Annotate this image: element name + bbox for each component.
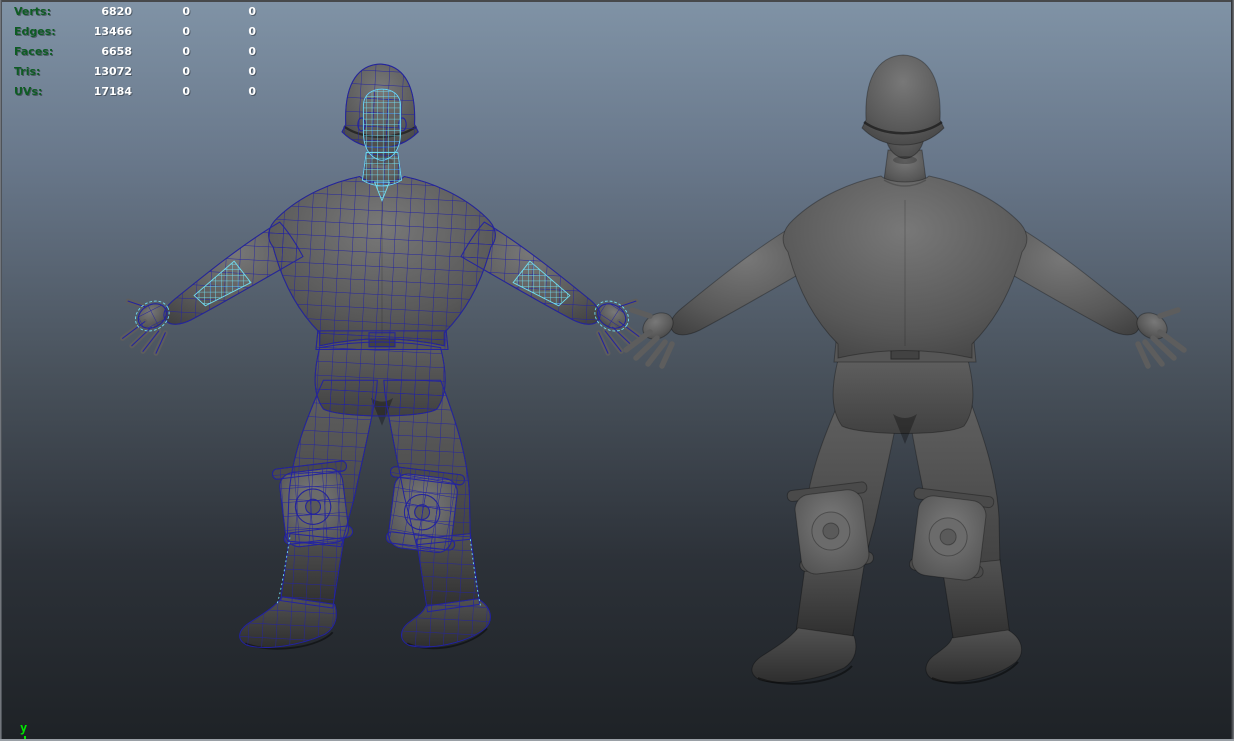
hud-row-edges: Edges: 13466 0 0 bbox=[14, 21, 256, 41]
viewport-border-left bbox=[0, 0, 2, 741]
hud-uvs-col2: 0 bbox=[132, 85, 190, 98]
hud-edges-col3: 0 bbox=[190, 25, 256, 38]
axis-y-label: y bbox=[20, 721, 27, 735]
hud-label-faces: Faces: bbox=[14, 45, 72, 58]
viewport-border-top bbox=[0, 0, 1234, 2]
viewport-3d[interactable]: Verts: 6820 0 0 Edges: 13466 0 0 Faces: … bbox=[0, 0, 1234, 741]
hud-faces-total: 6658 bbox=[72, 45, 132, 58]
hud-row-faces: Faces: 6658 0 0 bbox=[14, 41, 256, 61]
hud-faces-col2: 0 bbox=[132, 45, 190, 58]
scene-canvas bbox=[0, 0, 1234, 741]
hud-label-edges: Edges: bbox=[14, 25, 72, 38]
hud-row-verts: Verts: 6820 0 0 bbox=[14, 1, 256, 21]
hud-uvs-col3: 0 bbox=[190, 85, 256, 98]
model-soldier-wireframe[interactable] bbox=[123, 64, 642, 649]
hud-tris-total: 13072 bbox=[72, 65, 132, 78]
hud-verts-total: 6820 bbox=[72, 5, 132, 18]
hud-tris-col2: 0 bbox=[132, 65, 190, 78]
hud-edges-col2: 0 bbox=[132, 25, 190, 38]
hud-edges-total: 13466 bbox=[72, 25, 132, 38]
hud-uvs-total: 17184 bbox=[72, 85, 132, 98]
hud-label-tris: Tris: bbox=[14, 65, 72, 78]
hud-verts-col2: 0 bbox=[132, 5, 190, 18]
hud-label-uvs: UVs: bbox=[14, 85, 72, 98]
hud-row-uvs: UVs: 17184 0 0 bbox=[14, 81, 256, 101]
hud-label-verts: Verts: bbox=[14, 5, 72, 18]
model-soldier-shaded[interactable] bbox=[626, 55, 1184, 684]
hud-verts-col3: 0 bbox=[190, 5, 256, 18]
hud-faces-col3: 0 bbox=[190, 45, 256, 58]
hud-tris-col3: 0 bbox=[190, 65, 256, 78]
hud-row-tris: Tris: 13072 0 0 bbox=[14, 61, 256, 81]
polycount-hud: Verts: 6820 0 0 Edges: 13466 0 0 Faces: … bbox=[14, 1, 256, 101]
